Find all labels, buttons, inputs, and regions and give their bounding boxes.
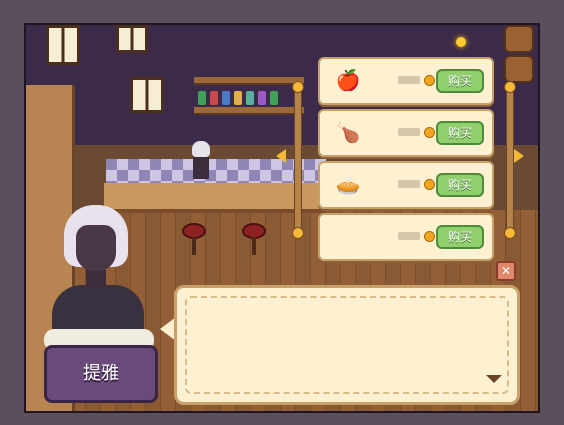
shop-item-card: 购买 bbox=[318, 213, 494, 261]
roast-chicken-icon: 🍗 bbox=[335, 120, 361, 144]
shop-rail-left bbox=[294, 85, 302, 237]
barrel bbox=[504, 55, 534, 83]
buy-button[interactable]: 购买 bbox=[436, 69, 484, 93]
bar-shelf bbox=[194, 107, 304, 115]
tavern-window bbox=[116, 25, 148, 53]
bottle bbox=[258, 91, 266, 105]
buy-button[interactable]: 购买 bbox=[436, 173, 484, 197]
bottle bbox=[246, 91, 254, 105]
coin-icon bbox=[424, 179, 435, 190]
bottle bbox=[234, 91, 242, 105]
tavern-window bbox=[46, 25, 80, 65]
shop-item-card: 🍎 购买 bbox=[318, 57, 494, 105]
fruit-plate-icon: 🍎 bbox=[335, 68, 361, 92]
price-placeholder bbox=[398, 128, 420, 136]
bar-stool bbox=[242, 223, 266, 255]
rail-knob-icon bbox=[292, 81, 304, 93]
bottle bbox=[210, 91, 218, 105]
price-placeholder bbox=[398, 232, 420, 240]
close-shop-button[interactable]: ✕ bbox=[496, 261, 516, 281]
counter-tiles bbox=[106, 159, 326, 183]
coin-icon bbox=[424, 75, 435, 86]
empty-item-slot bbox=[332, 221, 364, 251]
bartender-body bbox=[193, 157, 209, 179]
speaker-name: 提雅 bbox=[83, 363, 119, 384]
bar-stool bbox=[182, 223, 206, 255]
game-viewport: 🍎 购买 🍗 购买 🥧 购买 购买 ✕ 提雅 bbox=[24, 23, 540, 413]
bottle bbox=[198, 91, 206, 105]
dialog-box[interactable] bbox=[174, 285, 520, 405]
buy-button[interactable]: 购买 bbox=[436, 121, 484, 145]
page-prev-arrow-icon[interactable] bbox=[276, 149, 286, 163]
game-screen: 🍎 购买 🍗 购买 🥧 购买 购买 ✕ 提雅 bbox=[0, 0, 564, 425]
speaker-name-plate: 提雅 bbox=[44, 345, 158, 403]
bar-shelf bbox=[194, 77, 304, 85]
coin-icon bbox=[424, 127, 435, 138]
portrait-face bbox=[76, 225, 116, 271]
rail-knob-icon bbox=[292, 227, 304, 239]
price-placeholder bbox=[398, 180, 420, 188]
lamp-icon bbox=[456, 37, 466, 47]
pie-icon: 🥧 bbox=[335, 172, 361, 196]
bottle bbox=[222, 91, 230, 105]
barrel bbox=[504, 25, 534, 53]
shop-item-card: 🍗 购买 bbox=[318, 109, 494, 157]
rail-knob-icon bbox=[504, 227, 516, 239]
coin-icon bbox=[424, 231, 435, 242]
rail-knob-icon bbox=[504, 81, 516, 93]
page-next-arrow-icon[interactable] bbox=[514, 149, 524, 163]
dialog-text bbox=[185, 296, 509, 394]
shop-rail-right bbox=[506, 85, 514, 237]
bottle bbox=[270, 91, 278, 105]
dialog-advance-icon[interactable] bbox=[486, 375, 502, 383]
price-placeholder bbox=[398, 76, 420, 84]
tavern-window bbox=[130, 77, 164, 113]
bartender-character bbox=[190, 141, 212, 181]
shop-item-card: 🥧 购买 bbox=[318, 161, 494, 209]
buy-button[interactable]: 购买 bbox=[436, 225, 484, 249]
bartender-head bbox=[192, 141, 210, 157]
